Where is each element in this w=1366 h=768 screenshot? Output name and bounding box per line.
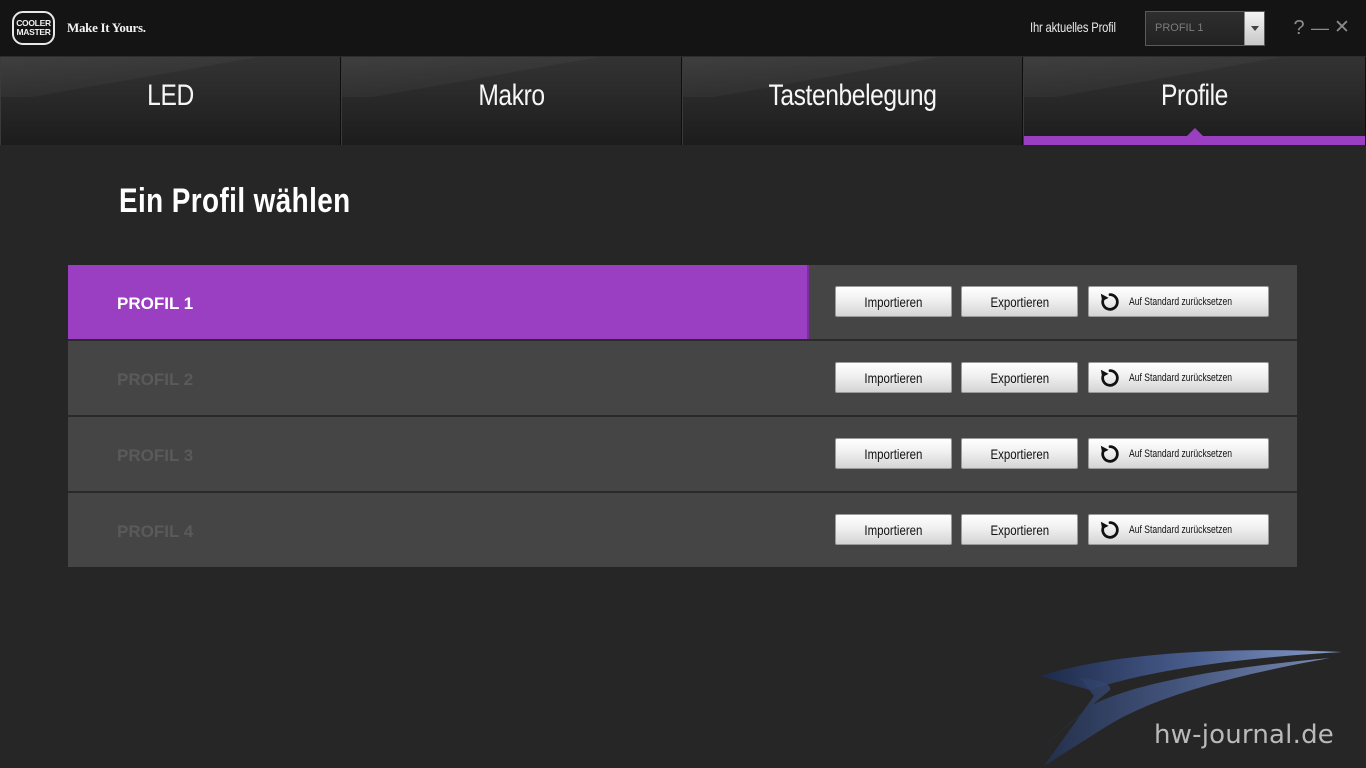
- export-button[interactable]: Exportieren: [961, 514, 1078, 545]
- import-button[interactable]: Importieren: [835, 286, 952, 317]
- help-button[interactable]: ?: [1290, 16, 1308, 40]
- export-button-label: Exportieren: [990, 445, 1049, 462]
- profile-select-cell[interactable]: PROFIL 4: [68, 493, 809, 567]
- profile-row: PROFIL 1 Importieren Exportieren Auf Sta…: [68, 265, 1297, 341]
- reset-icon: [1100, 444, 1119, 463]
- export-button[interactable]: Exportieren: [961, 362, 1078, 393]
- reset-default-button[interactable]: Auf Standard zurücksetzen: [1088, 514, 1269, 545]
- export-button[interactable]: Exportieren: [961, 286, 1078, 317]
- tab-profile[interactable]: Profile: [1023, 57, 1366, 145]
- import-button[interactable]: Importieren: [835, 514, 952, 545]
- import-button-label: Importieren: [864, 521, 923, 538]
- profile-row: PROFIL 2 Importieren Exportieren Auf Sta…: [68, 341, 1297, 417]
- active-tab-indicator: [1186, 128, 1203, 136]
- page-title: Ein Profil wählen: [119, 182, 351, 220]
- import-button-label: Importieren: [864, 369, 923, 386]
- reset-button-label: Auf Standard zurücksetzen: [1129, 295, 1233, 308]
- current-profile-dropdown[interactable]: PROFIL 1: [1145, 11, 1265, 46]
- tab-led[interactable]: LED: [0, 57, 341, 145]
- reset-default-button[interactable]: Auf Standard zurücksetzen: [1088, 362, 1269, 393]
- reset-icon: [1100, 292, 1119, 311]
- profile-select-cell[interactable]: PROFIL 2: [68, 341, 809, 415]
- profile-name: PROFIL 1: [117, 294, 194, 313]
- export-button-label: Exportieren: [990, 521, 1049, 538]
- active-tab-underline: [1024, 136, 1365, 145]
- logo-line-2: MASTER: [16, 27, 51, 37]
- tab-label: LED: [147, 79, 194, 112]
- profile-row: PROFIL 4 Importieren Exportieren Auf Sta…: [68, 493, 1297, 567]
- brand-tagline: Make It Yours.: [67, 20, 146, 35]
- reset-button-label: Auf Standard zurücksetzen: [1129, 523, 1233, 536]
- chevron-down-icon: [1250, 26, 1259, 31]
- import-button[interactable]: Importieren: [835, 438, 952, 469]
- current-profile-value: PROFIL 1: [1155, 22, 1204, 34]
- export-button-label: Exportieren: [990, 293, 1049, 310]
- profile-name: PROFIL 4: [117, 522, 194, 541]
- title-bar: COOLER MASTER Make It Yours. Ihr aktuell…: [0, 0, 1366, 57]
- current-profile-label: Ihr aktuelles Profil: [1030, 19, 1116, 35]
- import-button[interactable]: Importieren: [835, 362, 952, 393]
- profile-name: PROFIL 3: [117, 446, 194, 465]
- reset-icon: [1100, 368, 1119, 387]
- reset-button-label: Auf Standard zurücksetzen: [1129, 447, 1233, 460]
- watermark-text: hw-journal.de: [1154, 720, 1334, 750]
- tab-makro[interactable]: Makro: [341, 57, 682, 145]
- minimize-button[interactable]: —: [1310, 16, 1330, 40]
- reset-button-label: Auf Standard zurücksetzen: [1129, 371, 1233, 384]
- close-button[interactable]: ✕: [1332, 16, 1352, 40]
- profile-select-cell[interactable]: PROFIL 1: [68, 265, 809, 339]
- import-button-label: Importieren: [864, 445, 923, 462]
- reset-icon: [1100, 520, 1119, 539]
- app-window: COOLER MASTER Make It Yours. Ihr aktuell…: [0, 0, 1366, 768]
- tab-label: Profile: [1161, 79, 1228, 112]
- brand-logo: COOLER MASTER: [12, 11, 55, 45]
- main-tabs: LED Makro Tastenbelegung Profile: [0, 57, 1366, 145]
- profile-select-cell[interactable]: PROFIL 3: [68, 417, 809, 491]
- import-button-label: Importieren: [864, 293, 923, 310]
- dropdown-toggle[interactable]: [1244, 12, 1264, 45]
- profile-list: PROFIL 1 Importieren Exportieren Auf Sta…: [68, 265, 1297, 567]
- tab-label: Tastenbelegung: [768, 79, 937, 112]
- tab-label: Makro: [478, 79, 545, 112]
- reset-default-button[interactable]: Auf Standard zurücksetzen: [1088, 438, 1269, 469]
- reset-default-button[interactable]: Auf Standard zurücksetzen: [1088, 286, 1269, 317]
- export-button[interactable]: Exportieren: [961, 438, 1078, 469]
- profile-row: PROFIL 3 Importieren Exportieren Auf Sta…: [68, 417, 1297, 493]
- export-button-label: Exportieren: [990, 369, 1049, 386]
- profile-name: PROFIL 2: [117, 370, 194, 389]
- tab-tastenbelegung[interactable]: Tastenbelegung: [682, 57, 1023, 145]
